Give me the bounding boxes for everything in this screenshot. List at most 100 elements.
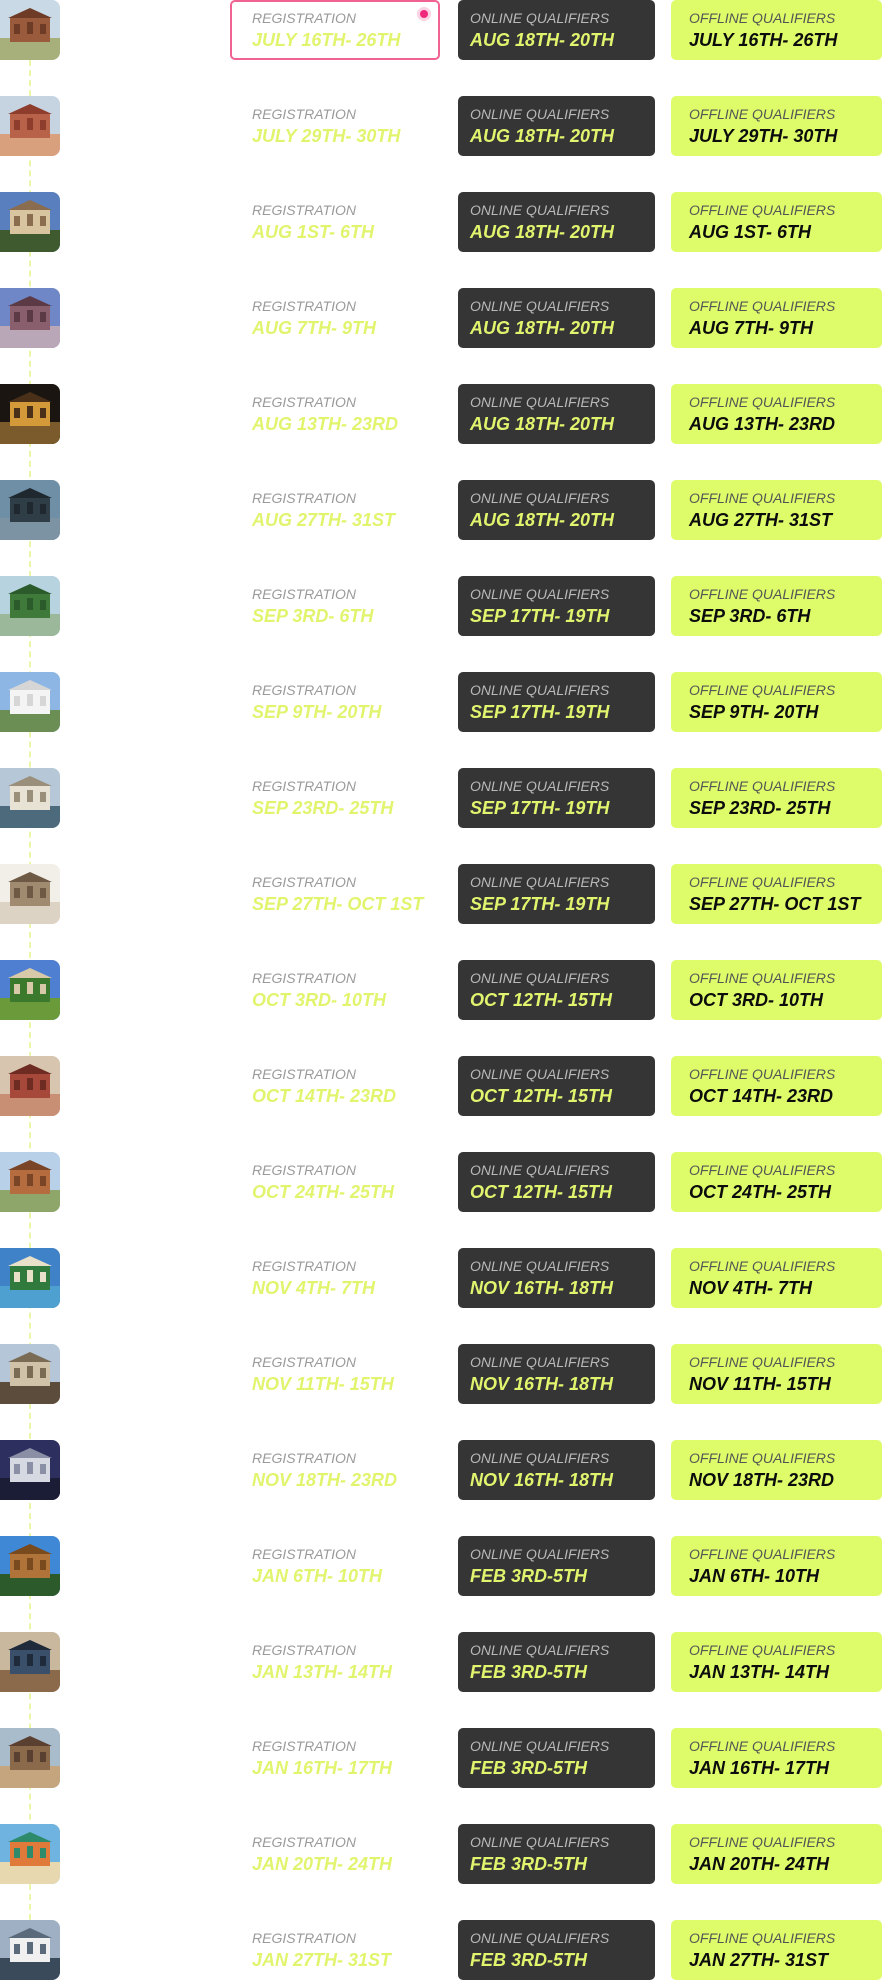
fort-photo [0,0,60,60]
online-qualifiers-card[interactable]: ONLINE QUALIFIERS NOV 16TH- 18TH [458,1248,655,1308]
schedule-row: REGISTRATION JAN 20TH- 24TH ONLINE QUALIFI… [0,1824,882,1884]
coastline-photo [0,1248,60,1308]
registration-dates: OCT 24TH- 25TH [252,1182,395,1202]
schedule-row: REGISTRATION JAN 6TH- 10TH ONLINE QUALIFIE… [0,1536,882,1596]
online-qualifiers-card[interactable]: ONLINE QUALIFIERS OCT 12TH- 15TH [458,1152,655,1212]
online-qualifiers-dates: FEB 3RD-5TH [470,1566,588,1586]
online-qualifiers-dates: AUG 18TH- 20TH [470,414,615,434]
schedule-row: REGISTRATION SEP 23RD- 25TH ONLINE QUALIFI… [0,768,882,828]
online-qualifiers-card[interactable]: ONLINE QUALIFIERS FEB 3RD-5TH [458,1536,655,1596]
offline-qualifiers-card[interactable]: OFFLINE QUALIFIERS AUG 27TH- 31ST [671,480,882,540]
online-qualifiers-card[interactable]: ONLINE QUALIFIERS SEP 17TH- 19TH [458,768,655,828]
registration-card[interactable]: REGISTRATION JAN 20TH- 24TH [230,1824,440,1884]
offline-qualifiers-card[interactable]: OFFLINE QUALIFIERS JAN 13TH- 14TH [671,1632,882,1692]
offline-qualifiers-card[interactable]: OFFLINE QUALIFIERS JULY 29TH- 30TH [671,96,882,156]
registration-dates: JAN 16TH- 17TH [252,1758,393,1778]
online-qualifiers-card[interactable]: ONLINE QUALIFIERS AUG 18TH- 20TH [458,288,655,348]
offline-qualifiers-card[interactable]: OFFLINE QUALIFIERS JULY 16TH- 26TH [671,0,882,60]
registration-label: REGISTRATION [252,874,356,890]
online-qualifiers-card[interactable]: ONLINE QUALIFIERS AUG 18TH- 20TH [458,480,655,540]
registration-card[interactable]: REGISTRATION SEP 27TH- OCT 1ST [230,864,440,924]
offline-qualifiers-card[interactable]: OFFLINE QUALIFIERS JAN 27TH- 31ST [671,1920,882,1980]
offline-qualifiers-card[interactable]: OFFLINE QUALIFIERS AUG 1ST- 6TH [671,192,882,252]
registration-card[interactable]: REGISTRATION OCT 14TH- 23RD [230,1056,440,1116]
offline-qualifiers-card[interactable]: OFFLINE QUALIFIERS JAN 6TH- 10TH [671,1536,882,1596]
offline-qualifiers-card[interactable]: OFFLINE QUALIFIERS OCT 24TH- 25TH [671,1152,882,1212]
offline-qualifiers-card[interactable]: OFFLINE QUALIFIERS NOV 4TH- 7TH [671,1248,882,1308]
online-qualifiers-card[interactable]: ONLINE QUALIFIERS SEP 17TH- 19TH [458,576,655,636]
online-qualifiers-card[interactable]: ONLINE QUALIFIERS OCT 12TH- 15TH [458,960,655,1020]
online-qualifiers-dates: FEB 3RD-5TH [470,1950,588,1970]
online-qualifiers-card[interactable]: ONLINE QUALIFIERS AUG 18TH- 20TH [458,0,655,60]
offline-qualifiers-card[interactable]: OFFLINE QUALIFIERS SEP 3RD- 6TH [671,576,882,636]
registration-card[interactable]: REGISTRATION AUG 27TH- 31ST [230,480,440,540]
online-qualifiers-dates: SEP 17TH- 19TH [470,702,610,722]
schedule-row: REGISTRATION JAN 13TH- 14TH ONLINE QUALIFI… [0,1632,882,1692]
online-qualifiers-label: ONLINE QUALIFIERS [470,1162,610,1178]
offline-qualifiers-card[interactable]: OFFLINE QUALIFIERS AUG 13TH- 23RD [671,384,882,444]
registration-card[interactable]: REGISTRATION JAN 16TH- 17TH [230,1728,440,1788]
registration-card[interactable]: REGISTRATION JAN 13TH- 14TH [230,1632,440,1692]
online-qualifiers-card[interactable]: ONLINE QUALIFIERS NOV 16TH- 18TH [458,1344,655,1404]
registration-label: REGISTRATION [252,1066,356,1082]
offline-qualifiers-card[interactable]: OFFLINE QUALIFIERS JAN 20TH- 24TH [671,1824,882,1884]
registration-card[interactable]: REGISTRATION SEP 23RD- 25TH [230,768,440,828]
offline-qualifiers-card[interactable]: OFFLINE QUALIFIERS SEP 23RD- 25TH [671,768,882,828]
registration-card[interactable]: REGISTRATION JULY 16TH- 26TH [230,0,440,60]
offline-qualifiers-dates: OCT 14TH- 23RD [689,1086,834,1106]
online-qualifiers-dates: NOV 16TH- 18TH [470,1374,614,1394]
online-qualifiers-dates: NOV 16TH- 18TH [470,1470,614,1490]
online-qualifiers-card[interactable]: ONLINE QUALIFIERS AUG 18TH- 20TH [458,192,655,252]
offline-qualifiers-label: OFFLINE QUALIFIERS [689,10,836,26]
registration-card[interactable]: REGISTRATION AUG 1ST- 6TH [230,192,440,252]
offline-qualifiers-card[interactable]: OFFLINE QUALIFIERS OCT 3RD- 10TH [671,960,882,1020]
registration-dates: AUG 1ST- 6TH [252,222,375,242]
registration-card[interactable]: REGISTRATION AUG 7TH- 9TH [230,288,440,348]
registration-dates: AUG 27TH- 31ST [252,510,396,530]
offline-qualifiers-card[interactable]: OFFLINE QUALIFIERS NOV 11TH- 15TH [671,1344,882,1404]
schedule-row: REGISTRATION OCT 14TH- 23RD ONLINE QUALIFI… [0,1056,882,1116]
online-qualifiers-card[interactable]: ONLINE QUALIFIERS NOV 16TH- 18TH [458,1440,655,1500]
palace-lake-photo [0,768,60,828]
offline-qualifiers-label: OFFLINE QUALIFIERS [689,202,836,218]
registration-card[interactable]: REGISTRATION JULY 29TH- 30TH [230,96,440,156]
online-qualifiers-label: ONLINE QUALIFIERS [470,682,610,698]
registration-card[interactable]: REGISTRATION OCT 24TH- 25TH [230,1152,440,1212]
charminar-photo [0,1344,60,1404]
registration-card[interactable]: REGISTRATION NOV 4TH- 7TH [230,1248,440,1308]
offline-qualifiers-card[interactable]: OFFLINE QUALIFIERS AUG 7TH- 9TH [671,288,882,348]
offline-qualifiers-card[interactable]: OFFLINE QUALIFIERS SEP 27TH- OCT 1ST [671,864,882,924]
online-qualifiers-card[interactable]: ONLINE QUALIFIERS SEP 17TH- 19TH [458,864,655,924]
registration-dates: JAN 13TH- 14TH [252,1662,393,1682]
offline-qualifiers-card[interactable]: OFFLINE QUALIFIERS JAN 16TH- 17TH [671,1728,882,1788]
registration-card[interactable]: REGISTRATION JAN 6TH- 10TH [230,1536,440,1596]
registration-card[interactable]: REGISTRATION JAN 27TH- 31ST [230,1920,440,1980]
online-qualifiers-card[interactable]: ONLINE QUALIFIERS FEB 3RD-5TH [458,1824,655,1884]
online-qualifiers-card[interactable]: ONLINE QUALIFIERS AUG 18TH- 20TH [458,96,655,156]
registration-card[interactable]: REGISTRATION OCT 3RD- 10TH [230,960,440,1020]
registration-label: REGISTRATION [252,1450,356,1466]
online-qualifiers-card[interactable]: ONLINE QUALIFIERS OCT 12TH- 15TH [458,1056,655,1116]
online-qualifiers-card[interactable]: ONLINE QUALIFIERS FEB 3RD-5TH [458,1920,655,1980]
offline-qualifiers-dates: NOV 11TH- 15TH [689,1374,831,1394]
offline-qualifiers-label: OFFLINE QUALIFIERS [689,1546,836,1562]
registration-card[interactable]: REGISTRATION SEP 3RD- 6TH [230,576,440,636]
online-qualifiers-card[interactable]: ONLINE QUALIFIERS FEB 3RD-5TH [458,1728,655,1788]
registration-card[interactable]: REGISTRATION SEP 9TH- 20TH [230,672,440,732]
online-qualifiers-label: ONLINE QUALIFIERS [470,1738,610,1754]
online-qualifiers-dates: SEP 17TH- 19TH [470,894,610,914]
registration-card[interactable]: REGISTRATION AUG 13TH- 23RD [230,384,440,444]
offline-qualifiers-card[interactable]: OFFLINE QUALIFIERS NOV 18TH- 23RD [671,1440,882,1500]
online-qualifiers-card[interactable]: ONLINE QUALIFIERS FEB 3RD-5TH [458,1632,655,1692]
offline-qualifiers-label: OFFLINE QUALIFIERS [689,1642,836,1658]
online-qualifiers-dates: AUG 18TH- 20TH [470,126,615,146]
registration-label: REGISTRATION [252,298,356,314]
online-qualifiers-card[interactable]: ONLINE QUALIFIERS SEP 17TH- 19TH [458,672,655,732]
offline-qualifiers-card[interactable]: OFFLINE QUALIFIERS OCT 14TH- 23RD [671,1056,882,1116]
offline-qualifiers-card[interactable]: OFFLINE QUALIFIERS SEP 9TH- 20TH [671,672,882,732]
online-qualifiers-dates: FEB 3RD-5TH [470,1758,588,1778]
registration-card[interactable]: REGISTRATION NOV 18TH- 23RD [230,1440,440,1500]
online-qualifiers-card[interactable]: ONLINE QUALIFIERS AUG 18TH- 20TH [458,384,655,444]
registration-card[interactable]: REGISTRATION NOV 11TH- 15TH [230,1344,440,1404]
registration-label: REGISTRATION [252,1834,356,1850]
